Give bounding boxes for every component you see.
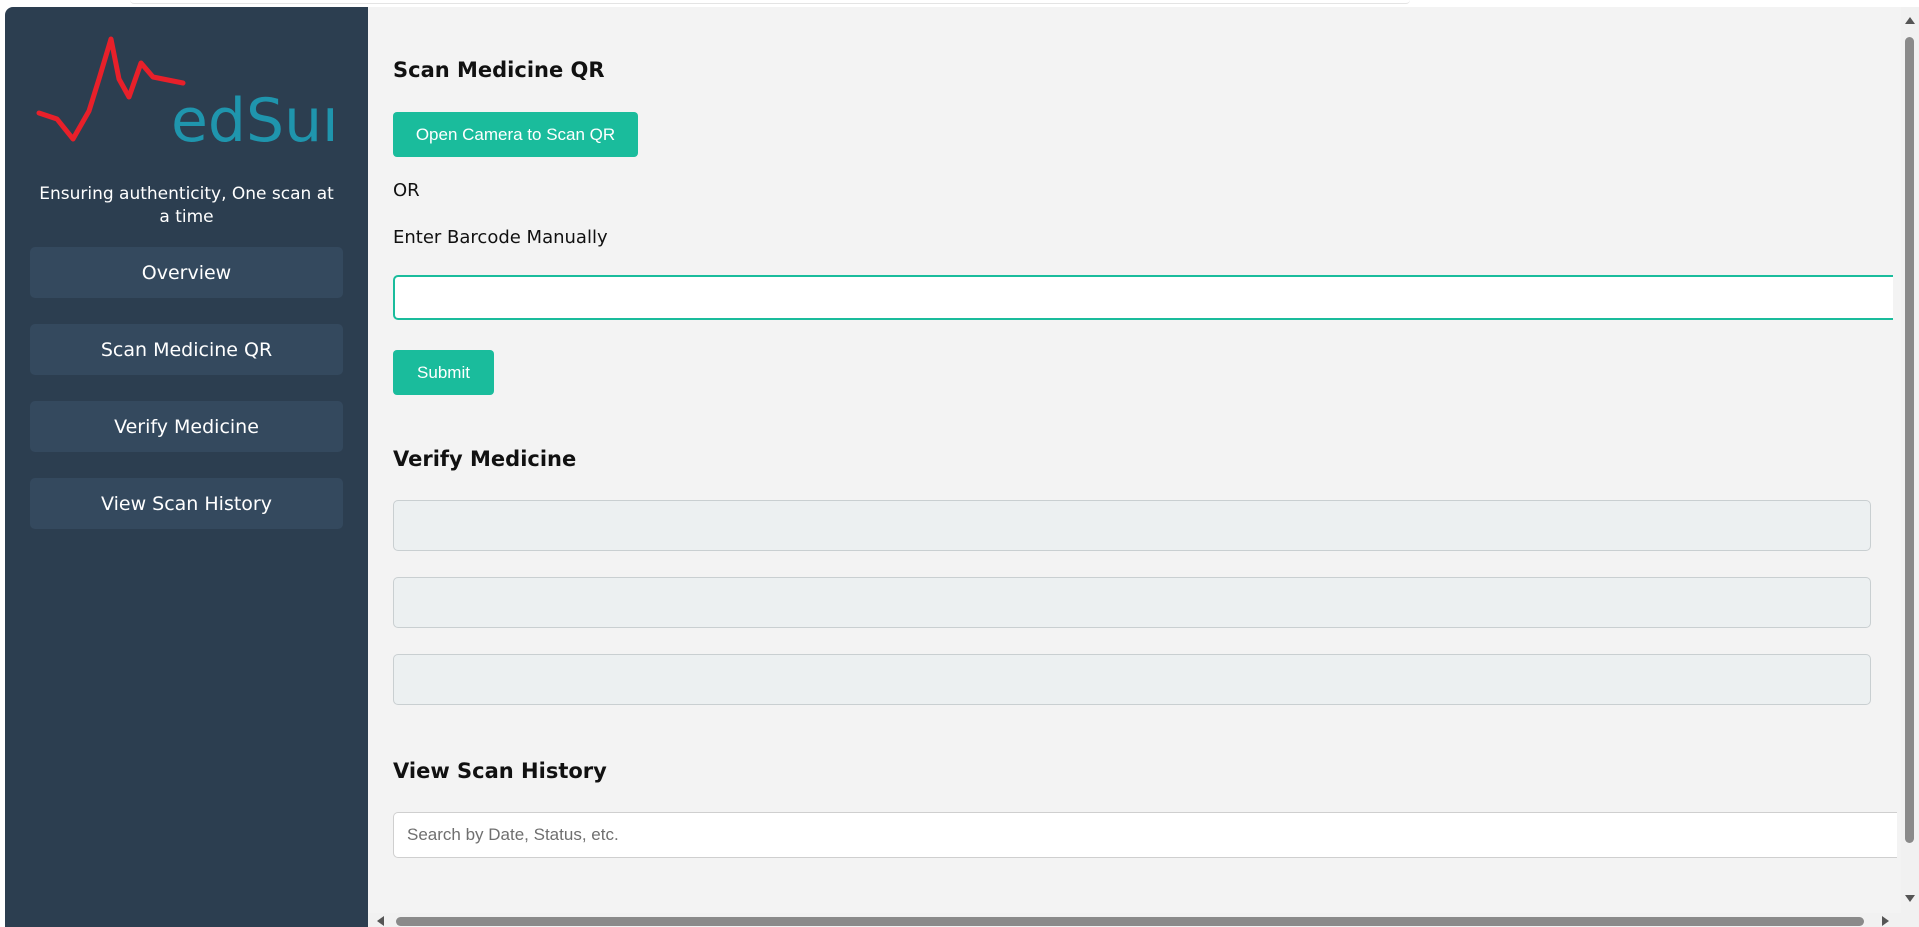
vertical-scrollbar[interactable]: [1901, 7, 1919, 927]
app-window: edSure Ensuring authenticity, One scan a…: [5, 7, 1919, 927]
scan-section-title: Scan Medicine QR: [393, 58, 605, 82]
horizontal-scroll-thumb[interactable]: [396, 917, 1864, 926]
arrow-right-icon[interactable]: [1882, 916, 1889, 926]
manual-barcode-label: Enter Barcode Manually: [393, 227, 608, 248]
arrow-left-icon[interactable]: [377, 916, 384, 926]
heartbeat-m-logo-icon: [36, 36, 186, 142]
horizontal-scrollbar[interactable]: [368, 913, 1901, 927]
or-text: OR: [393, 180, 420, 201]
logo-wordmark: edSure: [171, 86, 333, 155]
sidebar-item-scan-medicine-qr[interactable]: Scan Medicine QR: [30, 324, 343, 375]
submit-button[interactable]: Submit: [393, 350, 494, 395]
sidebar-item-view-scan-history[interactable]: View Scan History: [30, 478, 343, 529]
browser-top-edge: [130, 0, 1410, 4]
verify-result-box: [393, 654, 1871, 705]
verify-section-title: Verify Medicine: [393, 447, 577, 471]
tagline: Ensuring authenticity, One scan at a tim…: [39, 184, 334, 227]
history-search-input[interactable]: [393, 812, 1897, 858]
verify-result-box: [393, 500, 1871, 551]
verify-result-box: [393, 577, 1871, 628]
arrow-down-icon[interactable]: [1905, 895, 1915, 902]
sidebar-item-verify-medicine[interactable]: Verify Medicine: [30, 401, 343, 452]
barcode-input[interactable]: [393, 275, 1893, 320]
sidebar-item-overview[interactable]: Overview: [30, 247, 343, 298]
main-content: Scan Medicine QR Open Camera to Scan QR …: [368, 7, 1897, 927]
open-camera-button[interactable]: Open Camera to Scan QR: [393, 112, 638, 157]
arrow-up-icon[interactable]: [1905, 17, 1915, 24]
medsure-logo: edSure: [36, 36, 333, 155]
sidebar: edSure Ensuring authenticity, One scan a…: [5, 7, 368, 927]
vertical-scroll-thumb[interactable]: [1905, 37, 1914, 843]
history-section-title: View Scan History: [393, 759, 607, 783]
